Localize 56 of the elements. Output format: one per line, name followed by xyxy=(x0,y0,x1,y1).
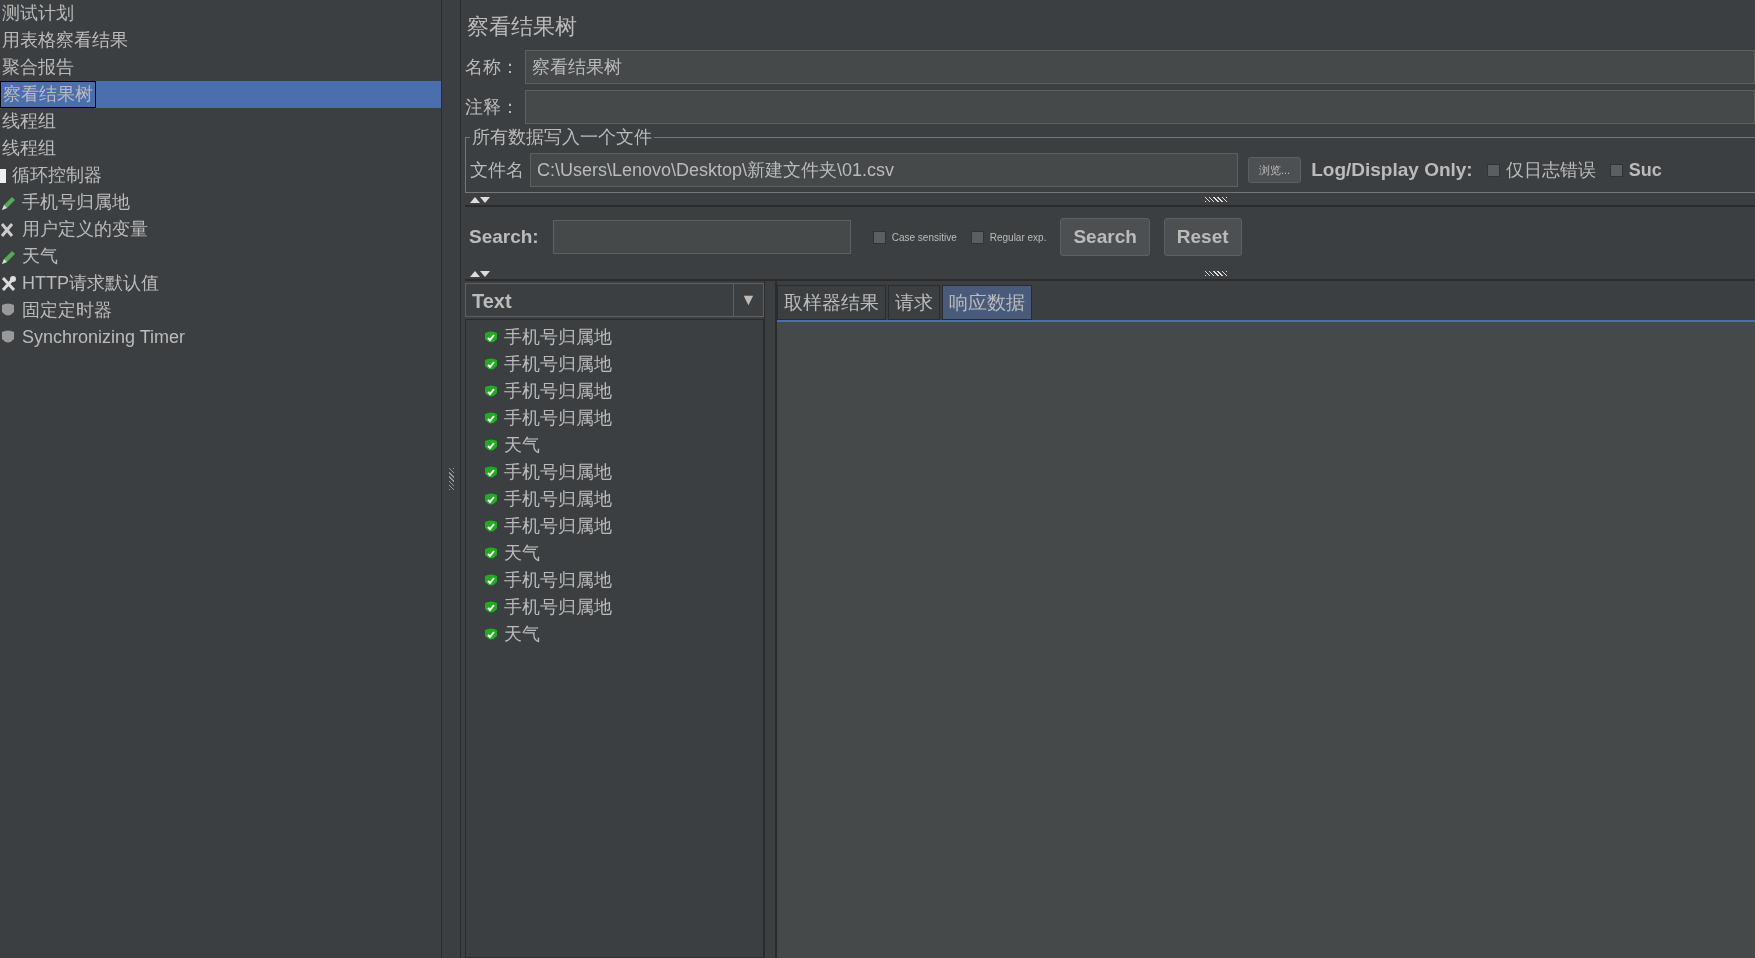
search-field[interactable] xyxy=(552,220,851,254)
tree-item[interactable]: 线程组 xyxy=(0,108,441,135)
checkbox-label: 仅日志错误 xyxy=(1505,158,1596,182)
wrench-icon xyxy=(0,274,16,293)
tree-item[interactable]: 天气 xyxy=(0,243,441,270)
loop-icon xyxy=(0,168,6,183)
tree-item[interactable]: 用户定义的变量 xyxy=(0,216,441,243)
browse-button[interactable]: 浏览... xyxy=(1248,156,1302,184)
result-item[interactable]: 天气 xyxy=(504,432,540,459)
panel-title: 察看结果树 xyxy=(466,13,578,41)
tree-item[interactable]: HTTP请求默认值 xyxy=(0,270,441,297)
renderer-dropdown[interactable]: Text ▼ xyxy=(465,283,764,317)
tab[interactable]: 取样器结果 xyxy=(777,285,886,320)
tree-item[interactable]: Synchronizing Timer xyxy=(0,324,441,351)
comment-label: 注释： xyxy=(465,95,519,119)
splitter-handle[interactable] xyxy=(1205,270,1227,276)
splitter-handle[interactable] xyxy=(1205,196,1227,202)
result-item[interactable]: 手机号归属地 xyxy=(504,459,612,486)
result-item[interactable]: 手机号归属地 xyxy=(504,567,612,594)
checkbox-label: Case sensitive xyxy=(891,230,957,245)
checkbox[interactable] xyxy=(872,230,886,244)
search-label: Search: xyxy=(469,224,539,249)
log-display-label: Log/Display Only: xyxy=(1311,157,1473,182)
result-item[interactable]: 手机号归属地 xyxy=(504,486,612,513)
result-item[interactable]: 手机号归属地 xyxy=(504,351,612,378)
tree-item[interactable]: 手机号归属地 xyxy=(0,189,441,216)
checkbox[interactable] xyxy=(1609,163,1623,177)
splitter-handle[interactable] xyxy=(448,468,454,490)
tree-item[interactable]: 固定定时器 xyxy=(0,297,441,324)
tree-item[interactable]: 测试计划 xyxy=(0,0,441,27)
name-label: 名称： xyxy=(465,55,519,79)
result-item[interactable]: 手机号归属地 xyxy=(504,594,612,621)
checkbox[interactable] xyxy=(970,230,984,244)
result-item[interactable]: 天气 xyxy=(504,621,540,648)
file-path-field[interactable]: C:\Users\Lenovo\Desktop\新建文件夹\01.csv xyxy=(530,153,1238,187)
checkbox-label: Regular exp. xyxy=(989,230,1047,245)
comment-field[interactable] xyxy=(525,90,1755,124)
collapse-arrows-icon[interactable] xyxy=(469,268,491,278)
file-label: 文件名 xyxy=(470,158,524,182)
result-item[interactable]: 手机号归属地 xyxy=(504,324,612,351)
result-item[interactable]: 手机号归属地 xyxy=(504,513,612,540)
tree-item[interactable]: 循环控制器 xyxy=(0,162,441,189)
result-item[interactable]: 手机号归属地 xyxy=(504,378,612,405)
checkbox-label: Suc xyxy=(1628,158,1662,182)
tree-item[interactable]: 用表格察看结果 xyxy=(0,27,441,54)
tab[interactable]: 响应数据 xyxy=(942,285,1032,320)
reset-button[interactable]: Reset xyxy=(1163,217,1242,257)
result-item[interactable]: 手机号归属地 xyxy=(504,405,612,432)
search-button[interactable]: Search xyxy=(1060,217,1150,257)
name-field[interactable]: 察看结果树 xyxy=(525,50,1755,84)
tab[interactable]: 请求 xyxy=(888,285,940,320)
collapse-arrows-icon[interactable] xyxy=(469,194,491,204)
result-item[interactable]: 天气 xyxy=(504,540,540,567)
tree-item[interactable]: 聚合报告 xyxy=(0,54,441,81)
tree-item[interactable]: 线程组 xyxy=(0,135,441,162)
checkbox[interactable] xyxy=(1486,163,1500,177)
